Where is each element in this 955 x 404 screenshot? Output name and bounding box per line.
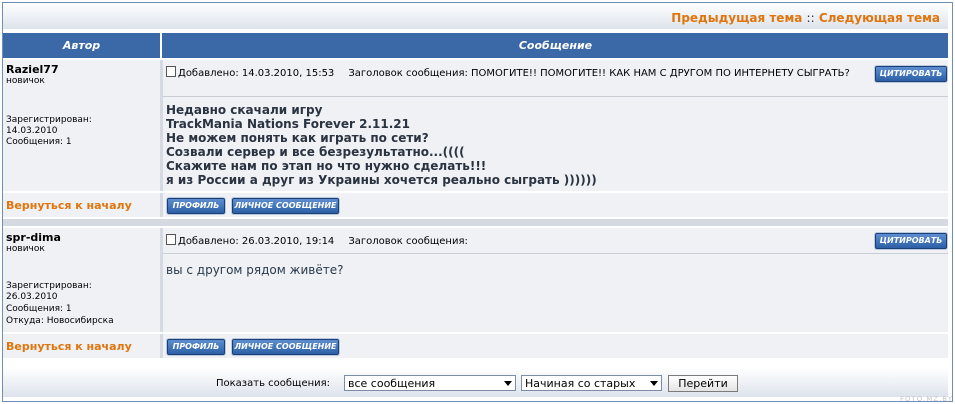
private-message-button[interactable]: ЛИЧНОЕ СООБЩЕНИЕ <box>232 339 339 355</box>
quote-button[interactable]: ЦИТИРОВАТЬ <box>875 233 947 249</box>
post-meta: Добавлено: 26.03.2010, 19:14 Заголовок со… <box>166 234 856 248</box>
post-footer: Вернуться к началу ПРОФИЛЬ ЛИЧНОЕ СООБЩЕ… <box>3 193 948 217</box>
post-message-count: Сообщения: 1 <box>6 304 72 314</box>
back-to-top-link[interactable]: Вернуться к началу <box>6 340 132 353</box>
show-messages-label: Показать сообщения: <box>216 378 331 389</box>
post-date: Добавлено: 26.03.2010, 19:14 <box>178 236 335 247</box>
post-text-line: TrackMania Nations Forever 2.11.21 <box>166 117 410 131</box>
topic-nav-bar: Предыдущая тема :: Следующая тема <box>3 3 948 29</box>
prev-topic-link[interactable]: Предыдущая тема <box>671 11 802 25</box>
sort-order-select[interactable]: Начиная со старых <box>521 375 662 391</box>
post: Raziel77 новичок Зарегистрирован: 14.03.… <box>3 60 948 191</box>
post-footer-right: ПРОФИЛЬ ЛИЧНОЕ СООБЩЕНИЕ <box>163 193 948 217</box>
display-options-bar: Показать сообщения: все сообщения Начина… <box>3 368 948 397</box>
profile-button[interactable]: ПРОФИЛЬ <box>167 198 225 214</box>
back-to-top-link[interactable]: Вернуться к началу <box>6 199 132 212</box>
sort-order-value: Начиная со старых <box>525 377 636 390</box>
post-body: Добавлено: 26.03.2010, 19:14 Заголовок со… <box>163 228 948 332</box>
chevron-down-icon <box>650 381 658 386</box>
post-spacer <box>3 219 948 226</box>
post-rank: новичок <box>6 76 45 86</box>
post-registered-label: Зарегистрирован: <box>6 281 92 291</box>
post-document-icon <box>166 234 176 245</box>
post-date: Добавлено: 14.03.2010, 15:53 <box>178 68 335 79</box>
post-registered-date: 14.03.2010 <box>6 126 58 136</box>
message-filter-value: все сообщения <box>348 377 436 390</box>
post-registered-label: Зарегистрирован: <box>6 115 92 125</box>
table-header: Автор Сообщение <box>3 33 948 58</box>
post-footer-left: Вернуться к началу <box>3 334 160 358</box>
next-topic-link[interactable]: Следующая тема <box>819 11 940 25</box>
message-filter-select[interactable]: все сообщения <box>344 375 516 391</box>
post-footer-right: ПРОФИЛЬ ЛИЧНОЕ СООБЩЕНИЕ <box>163 334 948 358</box>
post-subject: Заголовок сообщения: ПОМОГИТЕ!! ПОМОГИТЕ… <box>348 68 850 79</box>
post: spr-dima новичок Зарегистрирован: 26.03.… <box>3 228 948 332</box>
post-subject: Заголовок сообщения: <box>348 236 468 247</box>
post-username[interactable]: spr-dima <box>6 231 61 244</box>
nav-separator: :: <box>806 11 815 25</box>
post-body: Добавлено: 14.03.2010, 15:53 Заголовок со… <box>163 60 948 191</box>
post-author-panel: spr-dima новичок Зарегистрирован: 26.03.… <box>3 228 160 332</box>
post-meta: Добавлено: 14.03.2010, 15:53 Заголовок со… <box>166 66 856 80</box>
private-message-button[interactable]: ЛИЧНОЕ СООБЩЕНИЕ <box>232 198 339 214</box>
post-text-line: Скажите нам по этап но что нужно сделать… <box>166 159 487 173</box>
topic-nav-links: Предыдущая тема :: Следующая тема <box>671 11 940 25</box>
profile-button[interactable]: ПРОФИЛЬ <box>167 339 225 355</box>
post-text-line: Не можем понять как играть по сети? <box>166 131 429 145</box>
chevron-down-icon <box>504 381 512 386</box>
post-text-line: Недавно скачали игру <box>166 103 323 117</box>
post-text-line: Созвали сервер и все безрезультатно...((… <box>166 145 465 159</box>
column-header-author: Автор <box>3 33 162 58</box>
post-message-count: Сообщения: 1 <box>6 137 72 147</box>
watermark: FOTO.MZ.BY <box>899 395 953 403</box>
post-location: Откуда: Новосибирска <box>6 316 114 326</box>
post-author-panel: Raziel77 новичок Зарегистрирован: 14.03.… <box>3 60 160 191</box>
column-header-message: Сообщение <box>518 39 593 52</box>
post-footer-left: Вернуться к началу <box>3 193 160 217</box>
post-registered-date: 26.03.2010 <box>6 292 58 302</box>
post-text-line: я из России а друг из Украины хочется ре… <box>166 173 597 187</box>
post-rank: новичок <box>6 244 45 254</box>
post-footer: Вернуться к началу ПРОФИЛЬ ЛИЧНОЕ СООБЩЕ… <box>3 334 948 358</box>
quote-button[interactable]: ЦИТИРОВАТЬ <box>875 66 947 82</box>
post-username[interactable]: Raziel77 <box>6 63 59 76</box>
go-button[interactable]: Перейти <box>668 375 738 392</box>
post-divider <box>163 253 948 254</box>
post-text-line: вы с другом рядом живёте? <box>166 263 344 277</box>
post-divider <box>163 96 948 97</box>
post-document-icon <box>166 66 176 77</box>
